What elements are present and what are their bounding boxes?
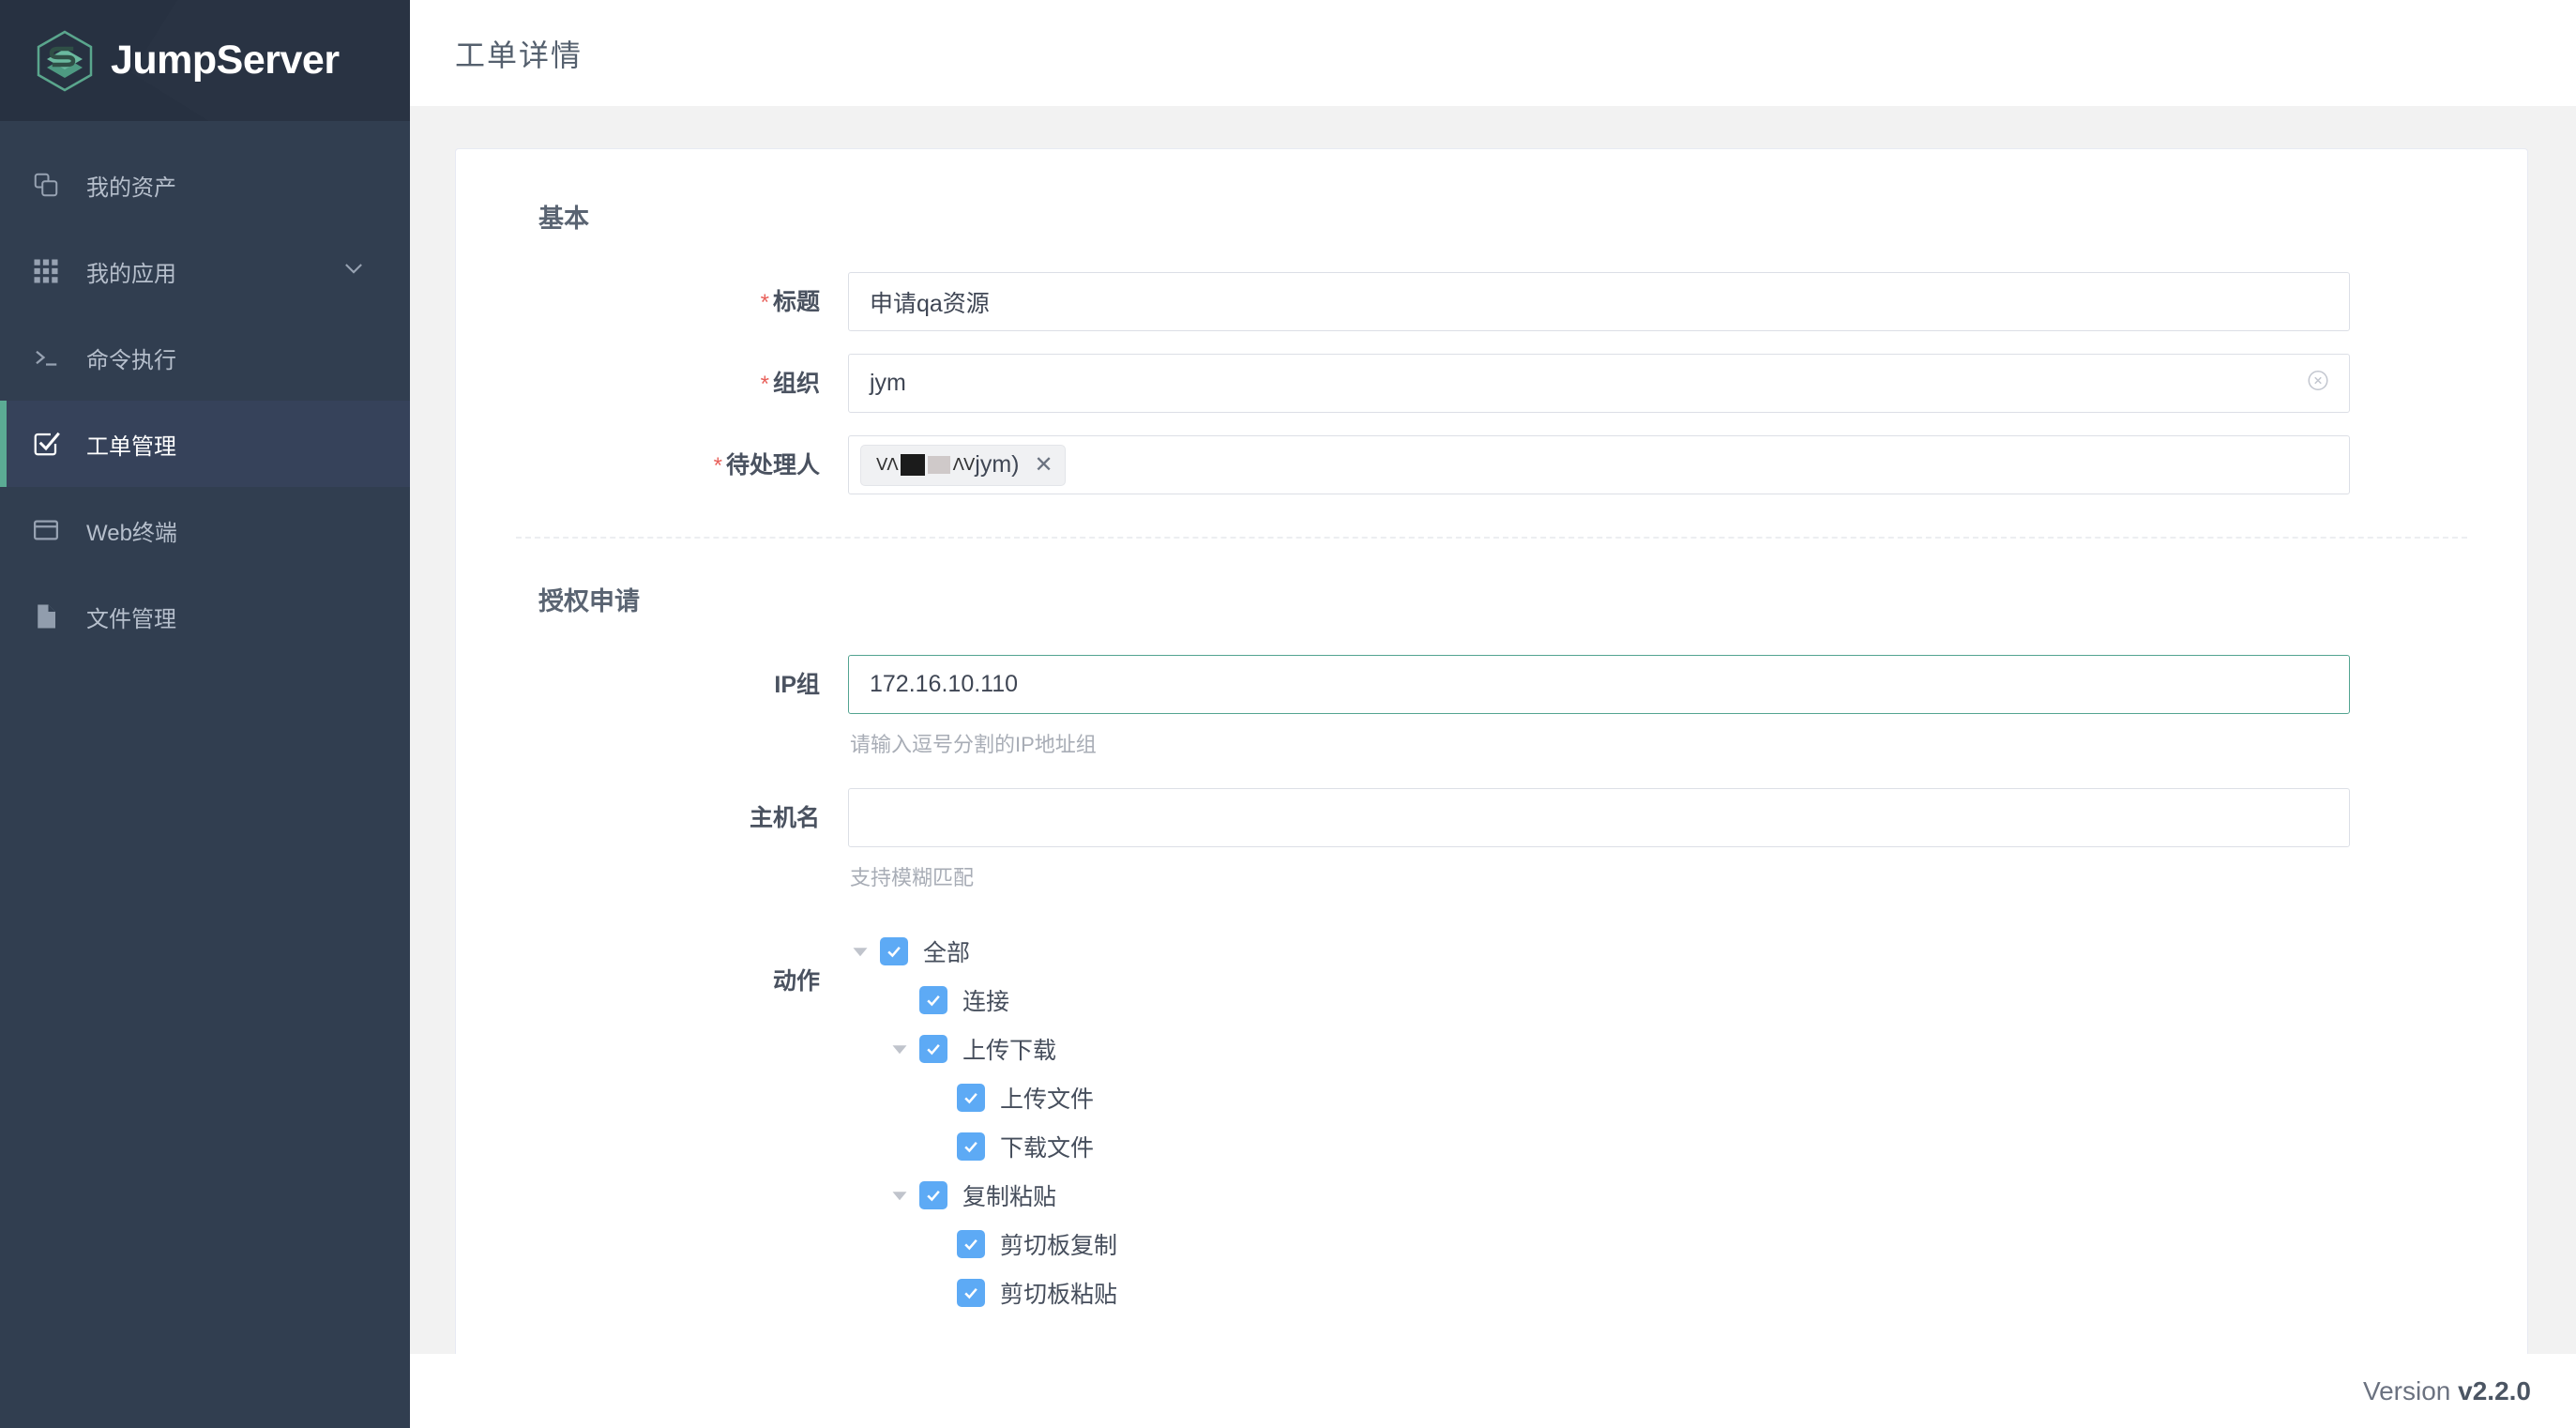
sidebar-item-label: 我的应用 <box>86 261 176 287</box>
ticket-detail-card: 基本 * 标题 申请qa资源 * 组织 jym * 待处理人 ᐯᐱ ᐱᐯ jym… <box>455 148 2528 1354</box>
required-asterisk: * <box>760 290 769 315</box>
window-icon <box>32 513 69 547</box>
version-label: Version <box>2362 1375 2451 1405</box>
hostname-input[interactable] <box>848 788 2350 847</box>
sidebar: JumpServer 我的资产 我的应用 命令执行 工单管理 Web终端 文件管… <box>0 0 410 1428</box>
checkbox-checked[interactable] <box>957 1279 985 1307</box>
title-input[interactable]: 申请qa资源 <box>848 272 2350 331</box>
label-title: * 标题 <box>516 272 848 318</box>
checkbox-checked[interactable] <box>919 986 947 1014</box>
checkbox-checked[interactable] <box>919 1181 947 1209</box>
tree-node-clipboard-copy[interactable]: 剪切板复制 <box>925 1220 2467 1268</box>
tree-node-all[interactable]: 全部 <box>848 927 2467 976</box>
tree-node-label: 剪切板粘贴 <box>1000 1282 1118 1308</box>
org-select-value: jym <box>870 370 906 396</box>
sidebar-nav: 我的资产 我的应用 命令执行 工单管理 Web终端 文件管理 <box>0 121 410 660</box>
sidebar-item-label: 命令执行 <box>86 347 176 373</box>
checkbox-checked[interactable] <box>957 1230 985 1258</box>
sidebar-item-ticket-mgmt[interactable]: 工单管理 <box>0 401 410 487</box>
sidebar-item-label: Web终端 <box>86 520 177 546</box>
brand-name: JumpServer <box>111 38 340 83</box>
label-text: 动作 <box>772 968 820 995</box>
form-row-hostname: 主机名 支持模糊匹配 <box>516 788 2467 891</box>
sidebar-item-web-terminal[interactable]: Web终端 <box>0 487 410 573</box>
sidebar-item-my-assets[interactable]: 我的资产 <box>0 142 410 228</box>
jumpserver-hexagon-logo-icon <box>36 30 94 92</box>
sidebar-item-file-mgmt[interactable]: 文件管理 <box>0 573 410 660</box>
tree-node-label: 连接 <box>962 989 1010 1015</box>
ip-group-hint: 请输入逗号分割的IP地址组 <box>850 733 1097 756</box>
copy-icon <box>32 168 69 202</box>
close-icon[interactable]: ✕ <box>1035 453 1053 477</box>
checkbox-checked[interactable] <box>919 1035 947 1063</box>
org-select[interactable]: jym <box>848 354 2350 413</box>
form-row-assignee: * 待处理人 ᐯᐱ ᐱᐯ jym) ✕ <box>516 435 2467 494</box>
page-title: 工单详情 <box>455 38 583 72</box>
label-assignee: * 待处理人 <box>516 435 848 481</box>
required-asterisk: * <box>760 372 769 397</box>
chevron-down-icon[interactable] <box>341 255 367 288</box>
caret-down-icon[interactable] <box>848 939 872 964</box>
top-bar: 工单详情 <box>410 0 2576 106</box>
tree-node-upload-file[interactable]: 上传文件 <box>925 1073 2467 1122</box>
checkbox-checked[interactable] <box>957 1084 985 1112</box>
footer-bar: Version v2.2.0 <box>410 1354 2576 1428</box>
caret-down-icon[interactable] <box>887 1183 912 1208</box>
check-square-icon <box>32 427 69 461</box>
label-ip-group: IP组 <box>516 655 848 701</box>
tree-node-download-file[interactable]: 下载文件 <box>925 1122 2467 1171</box>
form-row-org: * 组织 jym <box>516 354 2467 413</box>
assignee-select[interactable]: ᐯᐱ ᐱᐯ jym) ✕ <box>848 435 2350 494</box>
version-number: v2.2.0 <box>2458 1375 2531 1405</box>
brand-header[interactable]: JumpServer <box>0 0 410 121</box>
tree-node-label: 上传下载 <box>962 1038 1057 1064</box>
ip-group-input[interactable]: 172.16.10.110 <box>848 655 2350 714</box>
assignee-tag: ᐯᐱ ᐱᐯ jym) ✕ <box>860 444 1066 486</box>
assignee-tag-label: jym) <box>975 451 1020 478</box>
grid-icon <box>32 254 69 288</box>
checkbox-checked[interactable] <box>957 1132 985 1161</box>
content-area: 基本 * 标题 申请qa资源 * 组织 jym * 待处理人 ᐯᐱ ᐱᐯ jym… <box>410 106 2576 1354</box>
tree-node-label: 全部 <box>923 940 971 966</box>
form-row-title: * 标题 申请qa资源 <box>516 272 2467 331</box>
sidebar-item-label: 我的资产 <box>86 175 176 201</box>
label-hostname: 主机名 <box>516 788 848 834</box>
tree-node-copy-paste[interactable]: 复制粘贴 <box>887 1171 2467 1220</box>
tree-node-clipboard-paste[interactable]: 剪切板粘贴 <box>925 1268 2467 1317</box>
section-divider <box>516 537 2467 539</box>
tree-node-connect[interactable]: 连接 <box>887 976 2467 1025</box>
tree-node-label: 复制粘贴 <box>962 1184 1057 1210</box>
sidebar-item-my-apps[interactable]: 我的应用 <box>0 228 410 314</box>
label-text: 标题 <box>772 289 820 315</box>
hostname-hint: 支持模糊匹配 <box>850 866 975 889</box>
actions-tree: 全部 连接 上传下载 上传文件 下载文件 复制粘贴 剪切板复制 剪切板粘贴 <box>848 921 2467 1317</box>
label-text: IP组 <box>774 672 820 698</box>
sidebar-item-command-exec[interactable]: 命令执行 <box>0 314 410 401</box>
tree-node-label: 下载文件 <box>1000 1135 1095 1162</box>
form-row-ip-group: IP组 172.16.10.110 请输入逗号分割的IP地址组 <box>516 655 2467 758</box>
sidebar-item-label: 工单管理 <box>86 433 176 460</box>
ip-group-input-value: 172.16.10.110 <box>870 671 1019 697</box>
required-asterisk: * <box>713 453 722 479</box>
tree-node-label: 剪切板复制 <box>1000 1233 1118 1259</box>
label-org: * 组织 <box>516 354 848 400</box>
tree-node-label: 上传文件 <box>1000 1086 1095 1113</box>
checkbox-checked[interactable] <box>880 937 908 965</box>
sidebar-item-label: 文件管理 <box>86 606 176 632</box>
circle-close-icon[interactable] <box>2306 368 2330 399</box>
tree-node-upload-download[interactable]: 上传下载 <box>887 1025 2467 1073</box>
section-title-authorization: 授权申请 <box>538 587 640 615</box>
terminal-icon <box>32 341 69 374</box>
label-text: 待处理人 <box>725 452 820 479</box>
label-text: 组织 <box>772 371 820 397</box>
label-text: 主机名 <box>749 805 820 831</box>
version-text: Version v2.2.0 <box>2363 1376 2531 1406</box>
form-row-actions: 动作 全部 连接 上传下载 上传文件 下载文件 复制粘贴 剪切板复制 剪切板粘贴 <box>516 921 2467 1317</box>
file-icon <box>32 600 69 633</box>
section-title-basic: 基本 <box>538 205 589 233</box>
redacted-name-icon: ᐯᐱ ᐱᐯ <box>876 454 975 476</box>
caret-down-icon[interactable] <box>887 1037 912 1061</box>
label-actions: 动作 <box>516 921 848 997</box>
title-input-value: 申请qa资源 <box>870 290 990 317</box>
